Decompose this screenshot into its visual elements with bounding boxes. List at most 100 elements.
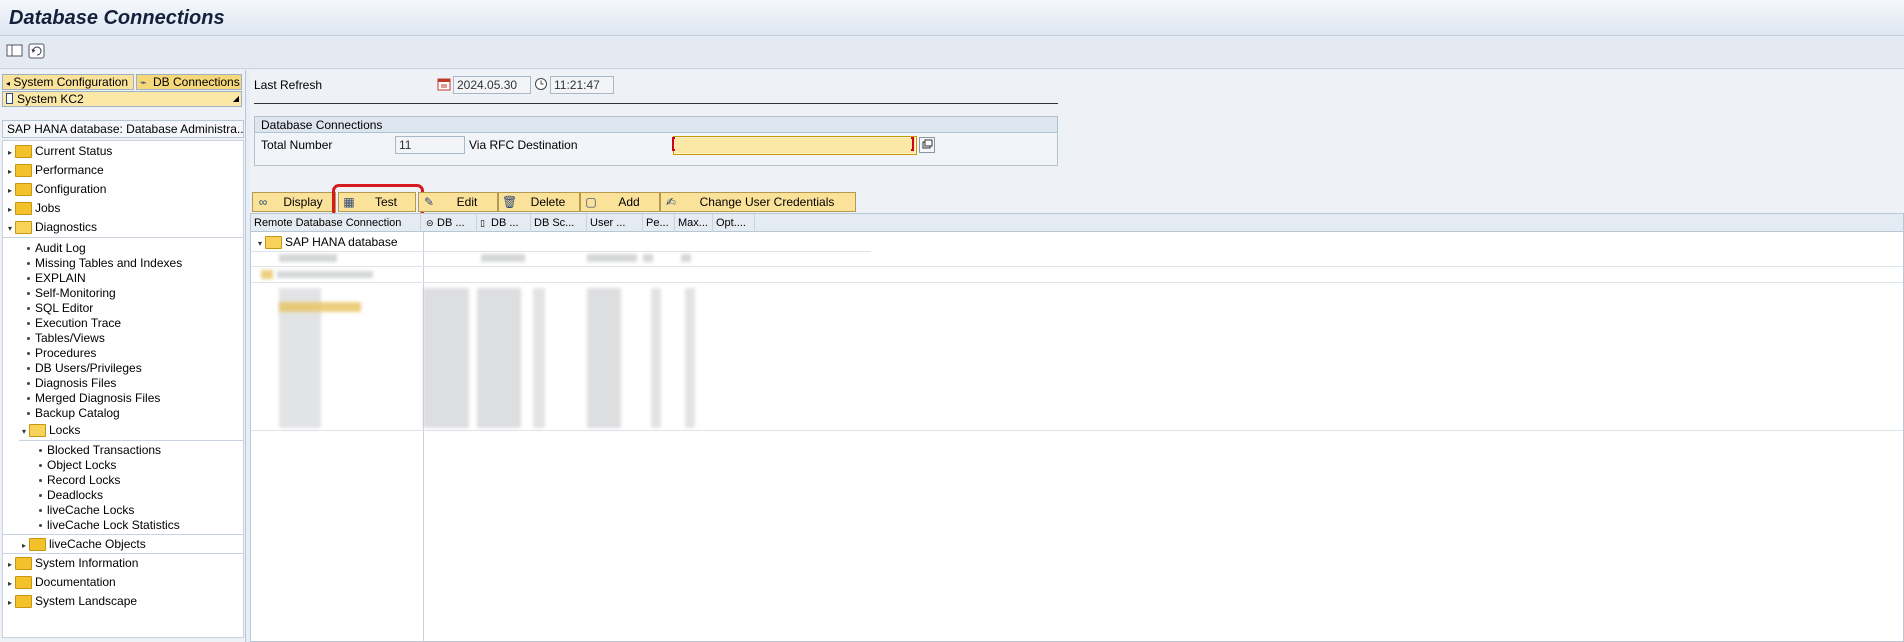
bullet-icon [27,277,30,281]
open-folder-icon [265,236,282,250]
refresh-icon[interactable] [27,41,47,61]
required-marker-left [672,137,675,151]
expand-arrow-icon[interactable]: ▸ [5,163,15,181]
tree-node-system-information[interactable]: ▸ System Information [5,554,138,572]
left-navigation-panel: ◂ System Configuration ⌁ DB Connections … [0,70,246,642]
db-connections-group: Database Connections Total Number 11 Via… [254,116,1058,166]
folder-icon [29,538,46,552]
folder-icon [15,576,32,590]
open-folder-icon [29,424,46,438]
redacted-cell [643,254,653,262]
tree-node-documentation[interactable]: ▸ Documentation [5,573,116,591]
tree-node-current-status[interactable]: ▸ Current Status [5,142,112,160]
tree-node-livecache-lock-statistics[interactable]: liveCache Lock Statistics [39,516,180,534]
redacted-selected-row [279,302,361,312]
tree-node-configuration[interactable]: ▸ Configuration [5,180,106,198]
total-number-label: Total Number [261,138,333,152]
expand-arrow-icon[interactable]: ▸ [5,144,15,162]
redacted-column [587,288,621,428]
bullet-icon [27,322,30,326]
display-button[interactable]: ∞ Display [252,192,336,212]
pencil-icon: ✎ [423,195,435,209]
last-refresh-label: Last Refresh [254,78,323,92]
change-user-credentials-button[interactable]: ✍ Change User Credentials [660,192,856,212]
tree-node-diagnostics[interactable]: ▾ Diagnostics [5,218,97,236]
expand-arrow-icon[interactable]: ▸ [5,201,15,219]
bullet-icon [27,412,30,416]
last-refresh-time: 11:21:47 [550,76,614,94]
divider [254,103,1058,104]
grid-line [251,251,871,252]
system-selector[interactable]: System KC2 ◢ [2,91,242,107]
tab-system-configuration[interactable]: ◂ System Configuration [2,74,134,90]
column-db-schema[interactable]: DB Sc... [531,214,587,232]
panel-tabs: ◂ System Configuration ⌁ DB Connections … [2,74,244,108]
main-content: Last Refresh 2024.05.30 11:21:47 Databas… [250,70,1904,642]
folder-icon [15,595,32,609]
tab-db-connections[interactable]: ⌁ DB Connections [136,74,242,90]
collapse-arrow-icon[interactable]: ▾ [19,423,29,441]
bullet-icon [27,382,30,386]
column-db-1[interactable]: ⊝ DB ... [423,214,477,232]
expand-arrow-icon[interactable]: ▸ [5,556,15,574]
expand-arrow-icon[interactable]: ▸ [5,594,15,612]
bullet-icon [27,397,30,401]
link-icon: ⊝ [426,218,434,228]
doc-icon: ▯ [480,218,485,228]
grid-line [251,266,1903,267]
edit-button[interactable]: ✎ Edit [418,192,498,212]
divider [3,237,243,238]
clock-icon [534,77,548,91]
resize-handle-icon[interactable]: ◢ [233,91,239,106]
bullet-icon [39,464,42,468]
panel-toggle-icon[interactable] [5,41,25,61]
total-number-value: 11 [395,136,465,154]
page-title: Database Connections [9,7,225,29]
column-remote-db-connection[interactable]: Remote Database Connection [251,214,421,232]
column-max[interactable]: Max... [675,214,713,232]
column-opt[interactable]: Opt.... [713,214,755,232]
bullet-icon [39,524,42,528]
collapse-arrow-icon[interactable]: ▾ [5,220,15,238]
folder-icon [15,202,32,216]
expand-arrow-icon[interactable]: ▸ [5,575,15,593]
bullet-icon [27,367,30,371]
tree-node-locks[interactable]: ▾ Locks [19,421,80,439]
grid-node-sap-hana-database[interactable]: ▾ SAP HANA database [255,233,398,251]
column-db-2[interactable]: ▯ DB ... [477,214,531,232]
connections-grid: Remote Database Connection ⊝ DB ... ▯ DB .… [250,213,1904,642]
folder-icon [15,557,32,571]
delete-button[interactable]: 🗑 Delete [498,192,580,212]
bullet-icon [27,262,30,266]
tree-node-backup-catalog[interactable]: Backup Catalog [27,404,120,422]
system-icon [6,93,13,104]
redacted-cell [681,254,691,262]
redacted-column [533,288,545,428]
column-user[interactable]: User ... [587,214,643,232]
redacted-column [423,288,469,428]
bullet-icon [27,337,30,341]
grid-header: Remote Database Connection ⊝ DB ... ▯ DB .… [251,214,1903,232]
bullet-icon [39,449,42,453]
value-help-icon[interactable] [919,137,935,153]
add-button[interactable]: ▢ Add [580,192,660,212]
tree-node-system-landscape[interactable]: ▸ System Landscape [5,592,137,610]
folder-icon [15,183,32,197]
grid-line [251,282,1903,283]
tree-node-jobs[interactable]: ▸ Jobs [5,199,60,217]
folder-icon [15,164,32,178]
redacted-column [651,288,661,428]
trash-icon: 🗑 [502,195,518,209]
folder-icon [15,145,32,159]
navigation-tree: ▸ Current Status ▸ Performance ▸ Configurat… [2,140,244,638]
tree-header: SAP HANA database: Database Administra..… [2,120,244,138]
redacted-column [477,288,521,428]
column-pe[interactable]: Pe... [643,214,675,232]
tree-node-livecache-objects[interactable]: ▸ liveCache Objects [19,535,146,553]
bullet-icon [27,292,30,296]
expand-arrow-icon[interactable]: ▸ [5,182,15,200]
calendar-icon[interactable] [437,77,451,91]
rfc-destination-input[interactable] [673,136,917,155]
redacted-cell [279,254,337,262]
tree-node-performance[interactable]: ▸ Performance [5,161,104,179]
